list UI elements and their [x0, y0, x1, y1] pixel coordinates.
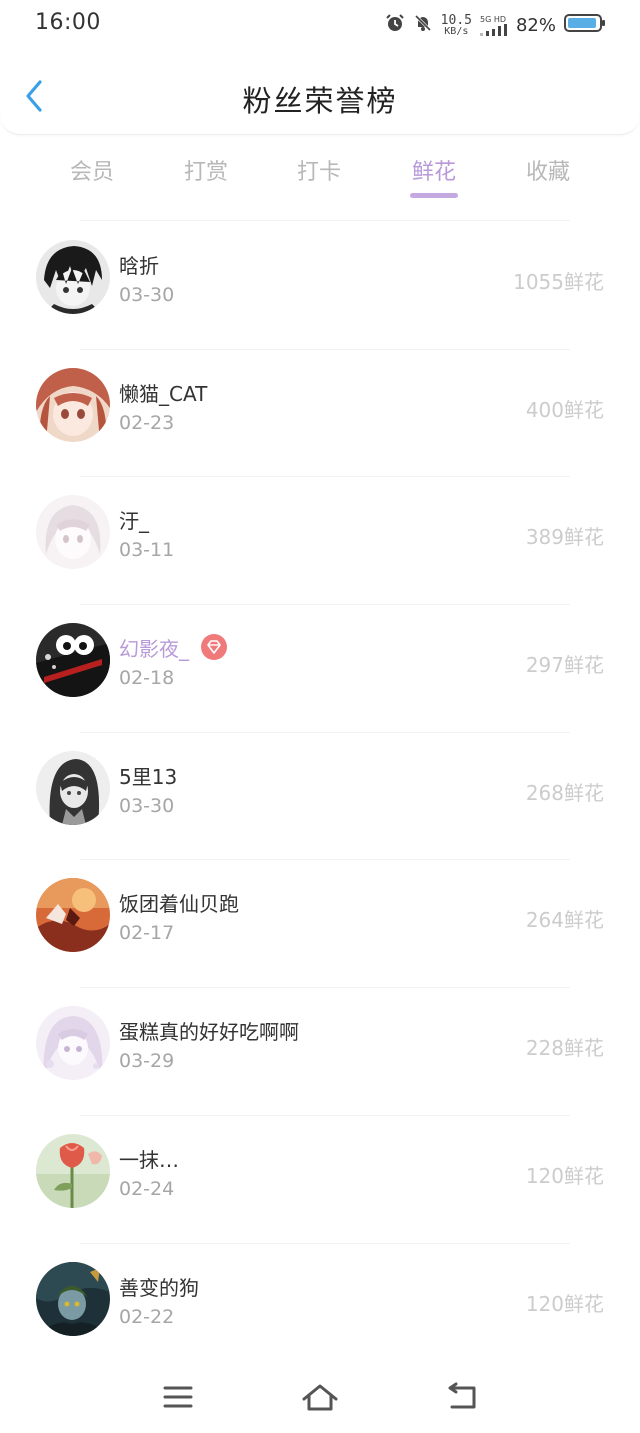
list-item[interactable]: 幻影夜_ 02-18 297鲜花 — [0, 605, 640, 733]
signal-icon: 5G HD — [479, 14, 508, 36]
flower-count: 389鲜花 — [525, 525, 604, 550]
list-item[interactable]: 善变的狗 02-22 120鲜花 — [0, 1244, 640, 1372]
list-item[interactable]: 饭团着仙贝跑 02-17 264鲜花 — [0, 860, 640, 988]
fan-date: 02-24 — [119, 1177, 175, 1200]
header: 粉丝荣誉榜 — [0, 50, 640, 135]
battery-icon — [564, 13, 606, 37]
avatar[interactable] — [36, 495, 110, 570]
diamond-badge-icon — [201, 634, 227, 661]
fan-name: 汙_ — [119, 509, 149, 534]
fan-date: 02-22 — [119, 1305, 175, 1328]
fan-name: 一抹… — [119, 1147, 179, 1172]
mute-bell-icon — [413, 13, 433, 37]
back-nav-button[interactable] — [442, 1381, 482, 1413]
return-icon — [448, 1382, 476, 1409]
list-item[interactable]: 一抹… 02-24 120鲜花 — [0, 1116, 640, 1244]
list-item[interactable]: 5里13 03-30 268鲜花 — [0, 733, 640, 861]
flower-count: 120鲜花 — [525, 1163, 604, 1188]
net-speed-unit: KB/s — [444, 25, 469, 37]
fan-date: 02-18 — [119, 667, 175, 690]
flower-count: 120鲜花 — [525, 1291, 604, 1316]
status-time: 16:00 — [35, 10, 101, 35]
fan-name: 幻影夜_ — [119, 637, 189, 662]
network-label: 5G HD — [479, 14, 506, 24]
menu-icon — [163, 1386, 193, 1408]
avatar[interactable] — [36, 1261, 110, 1336]
list-item[interactable]: 晗折 03-30 1055鲜花 — [0, 222, 640, 350]
tab-reward[interactable]: 打赏 — [149, 154, 263, 186]
fan-list: 晗折 03-30 1055鲜花 懒猫_CAT 02-23 400鲜花 汙_ 03… — [0, 222, 640, 1371]
avatar[interactable] — [36, 240, 110, 314]
fan-date: 03-30 — [119, 284, 175, 306]
battery-percent: 82% — [515, 14, 556, 36]
avatar[interactable] — [36, 367, 110, 442]
fan-date: 03-30 — [119, 794, 175, 817]
divider — [80, 220, 570, 221]
alarm-icon — [385, 13, 405, 37]
avatar[interactable] — [36, 1006, 110, 1081]
tab-member[interactable]: 会员 — [35, 154, 149, 186]
flower-count: 297鲜花 — [525, 653, 604, 678]
fan-date: 03-11 — [119, 539, 175, 562]
fan-name: 懒猫_CAT — [119, 381, 208, 406]
fan-name: 蛋糕真的好好吃啊啊 — [119, 1020, 299, 1045]
tab-bar: 会员 打赏 打卡 鲜花 收藏 — [0, 140, 640, 204]
status-icons: 10.5 KB/s 5G HD 82% — [385, 12, 606, 38]
page-title: 粉丝荣誉榜 — [242, 84, 398, 118]
avatar[interactable] — [36, 1133, 110, 1208]
flower-count: 268鲜花 — [525, 780, 604, 805]
net-speed-value: 10.5 — [440, 12, 472, 28]
tab-favorites[interactable]: 收藏 — [491, 154, 605, 186]
fan-name: 5里13 — [119, 764, 178, 789]
flower-count: 1055鲜花 — [513, 270, 604, 294]
list-item[interactable]: 蛋糕真的好好吃啊啊 03-29 228鲜花 — [0, 988, 640, 1116]
avatar[interactable] — [36, 623, 110, 698]
fan-name: 晗折 — [119, 254, 159, 278]
net-speed: 10.5 KB/s — [441, 14, 472, 37]
flower-count: 400鲜花 — [525, 397, 604, 422]
fan-name: 善变的狗 — [119, 1275, 199, 1300]
avatar[interactable] — [36, 878, 110, 953]
system-nav-bar — [0, 1363, 640, 1433]
home-icon — [302, 1384, 338, 1411]
tab-flowers[interactable]: 鲜花 — [377, 154, 491, 186]
list-item[interactable]: 汙_ 03-11 389鲜花 — [0, 477, 640, 605]
list-item[interactable]: 懒猫_CAT 02-23 400鲜花 — [0, 350, 640, 478]
fan-date: 02-23 — [119, 411, 175, 434]
flower-count: 264鲜花 — [525, 908, 604, 933]
fan-name: 饭团着仙贝跑 — [119, 892, 239, 917]
tab-checkin[interactable]: 打卡 — [262, 154, 376, 186]
avatar[interactable] — [36, 750, 110, 825]
menu-button[interactable] — [158, 1381, 198, 1413]
fan-date: 03-29 — [119, 1050, 175, 1073]
status-bar: 16:00 10.5 KB/s 5G HD 82% — [0, 0, 640, 50]
tab-active-indicator — [410, 193, 458, 198]
flower-count: 228鲜花 — [525, 1036, 604, 1061]
fan-date: 02-17 — [119, 922, 175, 945]
home-button[interactable] — [300, 1381, 340, 1413]
